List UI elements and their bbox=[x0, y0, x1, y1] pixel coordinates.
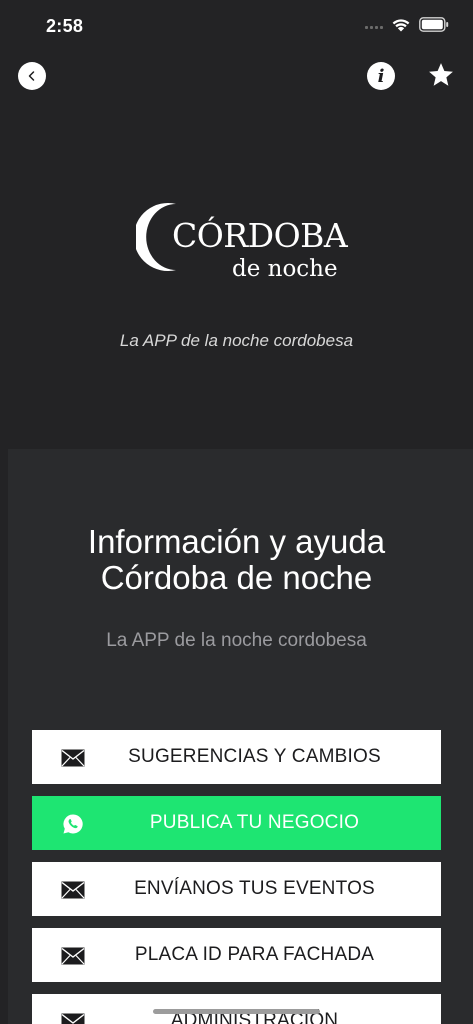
app-logo: CÓRDOBA de noche bbox=[136, 196, 348, 292]
chevron-left-icon bbox=[28, 71, 35, 81]
envelope-icon bbox=[60, 880, 86, 900]
suggestions-button-label: SUGERENCIAS Y CAMBIOS bbox=[128, 746, 381, 767]
whatsapp-icon bbox=[60, 814, 86, 834]
logo-subtitle: de noche bbox=[232, 256, 338, 282]
battery-icon bbox=[419, 17, 449, 32]
info-icon: i bbox=[377, 65, 385, 87]
publish-business-button-label: PUBLICA TU NEGOCIO bbox=[149, 812, 360, 833]
hero-tagline: La APP de la noche cordobesa bbox=[119, 331, 354, 350]
page-title: Información y ayuda Córdoba de noche bbox=[0, 524, 473, 596]
home-indicator[interactable] bbox=[153, 1009, 320, 1014]
info-button[interactable]: i bbox=[367, 62, 395, 90]
status-indicators bbox=[365, 17, 449, 32]
cellular-signal-icon bbox=[365, 21, 383, 29]
status-bar: 2:58 bbox=[0, 0, 473, 50]
star-icon bbox=[429, 63, 453, 86]
suggestions-button[interactable]: SUGERENCIAS Y CAMBIOS bbox=[32, 730, 441, 784]
facade-id-plate-button-label: PLACA ID PARA FACHADA bbox=[134, 944, 375, 965]
top-nav: i bbox=[0, 58, 473, 98]
publish-business-button[interactable]: PUBLICA TU NEGOCIO bbox=[32, 796, 441, 850]
send-events-button-label: ENVÍANOS TUS EVENTOS bbox=[134, 878, 375, 899]
logo-title: CÓRDOBA bbox=[172, 216, 348, 255]
page-subtitle: La APP de la noche cordobesa bbox=[106, 630, 367, 651]
send-events-button[interactable]: ENVÍANOS TUS EVENTOS bbox=[32, 862, 441, 916]
page-title-line1: Información y ayuda bbox=[87, 523, 386, 560]
envelope-icon bbox=[60, 748, 86, 768]
page-title-line2: Córdoba de noche bbox=[100, 559, 373, 596]
facade-id-plate-button[interactable]: PLACA ID PARA FACHADA bbox=[32, 928, 441, 982]
status-time: 2:58 bbox=[46, 16, 84, 36]
favorite-button[interactable] bbox=[426, 60, 456, 90]
back-button[interactable] bbox=[18, 62, 46, 90]
wifi-icon bbox=[392, 19, 410, 32]
envelope-icon bbox=[60, 946, 86, 966]
envelope-icon bbox=[60, 1012, 86, 1024]
